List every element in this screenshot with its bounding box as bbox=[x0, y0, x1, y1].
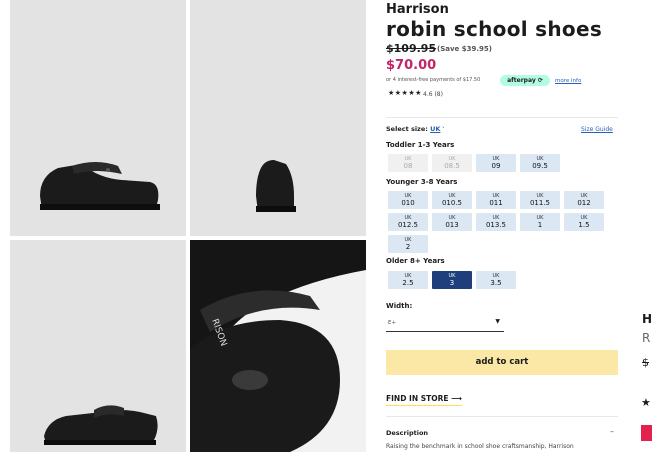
width-label: Width: bbox=[386, 302, 413, 310]
current-price: $70.00 bbox=[386, 58, 437, 73]
caret-down-icon: ▼ bbox=[495, 318, 500, 325]
size-system-dropdown[interactable]: UK bbox=[430, 125, 440, 133]
size-option-011[interactable]: UK 011 bbox=[476, 191, 516, 209]
size-option-3-selected[interactable]: UK 3 bbox=[432, 271, 472, 289]
adjacent-price: $ bbox=[642, 356, 649, 369]
divider bbox=[386, 416, 618, 417]
width-select[interactable]: E+ ▼ bbox=[386, 314, 504, 332]
size-option-012-5[interactable]: UK 012.5 bbox=[388, 213, 428, 231]
adjacent-brand: H bbox=[642, 312, 652, 326]
size-group-younger: Younger 3-8 Years bbox=[386, 178, 458, 186]
product-title: robin school shoes bbox=[386, 17, 603, 41]
size-option-1-5[interactable]: UK 1.5 bbox=[564, 213, 604, 231]
size-option-08[interactable]: UK 08 bbox=[388, 154, 428, 172]
arrow-right-icon: ⟶ bbox=[451, 394, 462, 403]
save-amount: (Save $39.95) bbox=[437, 45, 492, 53]
product-gallery: RISON bbox=[10, 0, 368, 452]
select-size-label: Select size: UK ˅ bbox=[386, 125, 445, 133]
shoe-back-illustration bbox=[256, 160, 296, 212]
product-image-side[interactable] bbox=[10, 0, 186, 236]
minus-icon[interactable]: – bbox=[610, 427, 614, 436]
adjacent-title: R bbox=[642, 331, 651, 345]
select-size-text: Select size: bbox=[386, 125, 428, 133]
size-option-010[interactable]: UK 010 bbox=[388, 191, 428, 209]
size-option-1[interactable]: UK 1 bbox=[520, 213, 560, 231]
adjacent-badge bbox=[641, 425, 652, 441]
size-option-09-5[interactable]: UK 09.5 bbox=[520, 154, 560, 172]
brand-name[interactable]: Harrison bbox=[386, 2, 449, 17]
product-image-back[interactable] bbox=[190, 0, 366, 236]
size-option-010-5[interactable]: UK 010.5 bbox=[432, 191, 472, 209]
product-image-closeup[interactable]: RISON bbox=[190, 240, 366, 452]
size-option-013-5[interactable]: UK 013.5 bbox=[476, 213, 516, 231]
adjacent-product-card[interactable]: H R $ ★ bbox=[640, 0, 652, 452]
size-option-08-5[interactable]: UK 08.5 bbox=[432, 154, 472, 172]
width-value: E+ bbox=[388, 320, 397, 326]
find-in-store-link[interactable]: FIND IN STORE ⟶ bbox=[386, 394, 462, 406]
adjacent-star-icon: ★ bbox=[641, 396, 651, 409]
description-text: Raising the benchmark in school shoe cra… bbox=[386, 443, 574, 450]
size-option-2-5[interactable]: UK 2.5 bbox=[388, 271, 428, 289]
afterpay-label: afterpay bbox=[507, 77, 536, 84]
product-image-low[interactable] bbox=[10, 240, 186, 452]
size-option-3-5[interactable]: UK 3.5 bbox=[476, 271, 516, 289]
divider bbox=[386, 117, 618, 118]
size-option-012[interactable]: UK 012 bbox=[564, 191, 604, 209]
afterpay-text: or 4 interest-free payments of $17.50 bbox=[386, 77, 481, 83]
size-option-011-5[interactable]: UK 011.5 bbox=[520, 191, 560, 209]
size-option-2[interactable]: UK 2 bbox=[388, 235, 428, 253]
size-guide-link[interactable]: Size Guide bbox=[581, 126, 613, 133]
description-heading[interactable]: Description bbox=[386, 429, 428, 437]
afterpay-more-info-link[interactable]: more info bbox=[555, 78, 581, 84]
size-group-toddler: Toddler 1-3 Years bbox=[386, 141, 455, 149]
shoe-low-illustration bbox=[44, 405, 158, 445]
chevron-down-icon: ˅ bbox=[440, 127, 445, 133]
afterpay-badge: afterpay ⟳ bbox=[500, 75, 550, 86]
shoe-closeup-illustration: RISON bbox=[190, 240, 366, 452]
size-option-09[interactable]: UK 09 bbox=[476, 154, 516, 172]
rating-count[interactable]: 4.6 (8) bbox=[423, 91, 443, 98]
star-icon: ★★★★★ bbox=[388, 89, 422, 97]
was-price: $109.95 bbox=[386, 42, 437, 55]
size-option-013[interactable]: UK 013 bbox=[432, 213, 472, 231]
size-group-older: Older 8+ Years bbox=[386, 257, 445, 265]
shoe-side-illustration bbox=[40, 162, 160, 210]
afterpay-logo-icon: ⟳ bbox=[537, 77, 543, 84]
find-in-store-label: FIND IN STORE bbox=[386, 394, 449, 403]
add-to-cart-button[interactable]: add to cart bbox=[386, 350, 618, 375]
